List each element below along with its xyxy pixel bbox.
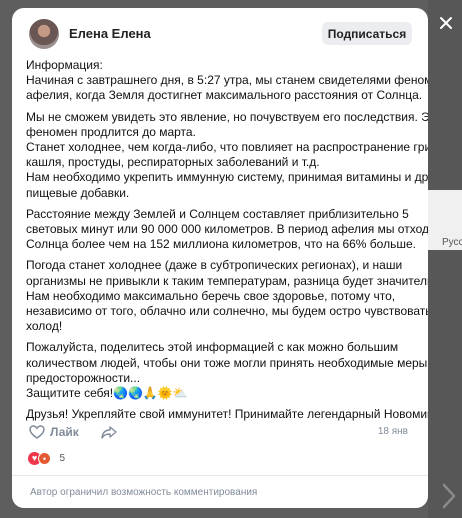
post-text-line: Защитите себя!🌏🌏🙏🌞⛅ (26, 386, 188, 401)
post-text-line: Нам необходимо укрепить иммунную систему… (26, 170, 428, 185)
post-actions: Лайк 18 янв (26, 422, 418, 444)
post-text-line: афелия, когда Земля достигнет максимальн… (26, 88, 423, 103)
post-text-line: световых минут или 90 000 000 километров… (26, 222, 428, 237)
reactions-summary[interactable]: ♥ • 5 (28, 450, 65, 466)
post-text-line: Расстояние между Землей и Солнцем состав… (26, 206, 409, 221)
reactions-count: 5 (59, 453, 66, 465)
comments-footer: Автор ограничил возможность комментирова… (12, 475, 428, 508)
post-text-line: Информация: (26, 58, 103, 72)
post-paragraph: Погода станет холоднее (даже в субтропич… (26, 258, 428, 334)
post-text-line: Начиная с завтрашнего дня, в 5:27 утра, … (26, 73, 428, 88)
post-text-line: Мы не сможем увидеть это явление, но поч… (26, 109, 428, 124)
comments-restricted-notice: Автор ограничил возможность комментирова… (30, 487, 258, 498)
post-paragraph: Мы не сможем увидеть это явление, но поч… (26, 109, 428, 201)
close-icon[interactable] (438, 15, 454, 31)
post-text-line: независимо от того, облачно или солнечно… (26, 304, 428, 319)
post-text-line: кашля, простуды, респираторных заболеван… (26, 155, 320, 170)
like-button-label[interactable]: Лайк (50, 425, 79, 439)
share-icon[interactable] (101, 425, 117, 439)
subscribe-button[interactable]: Подписаться (322, 22, 412, 45)
post-text-line: количеством людей, чтобы они тоже могли … (26, 355, 428, 370)
post-paragraph: Пожалуйста, поделитесь этой информацией … (26, 340, 428, 401)
post-text: Информация: Начиная с завтрашнего дня, в … (26, 58, 428, 428)
post-paragraph: Друзья! Укрепляйте свой иммунитет! Прини… (26, 407, 428, 422)
post-paragraph: Информация: Начиная с завтрашнего дня, в … (26, 58, 428, 104)
next-post-chevron-icon[interactable] (440, 482, 458, 510)
post-text-line: Погода станет холоднее (даже в субтропич… (26, 258, 403, 273)
post-date: 18 янв (377, 426, 408, 437)
post-text-line: Друзья! Укрепляйте свой иммунитет! Прини… (26, 407, 428, 422)
post-text-line: холод! (26, 319, 63, 334)
background-side-text: Русс (442, 237, 462, 248)
avatar[interactable] (29, 19, 59, 49)
author-name[interactable]: Елена Елена (69, 26, 151, 41)
post-text-line: Пожалуйста, поделитесь этой информацией … (26, 340, 399, 355)
post-text-line: предосторожности... (26, 370, 141, 385)
background-panel (428, 0, 462, 518)
post-text-line: Станет холоднее, чем когда-либо, что пов… (26, 140, 428, 155)
post-text-line: Нам необходимо максимально беречь свое з… (26, 288, 396, 303)
post-paragraph: Расстояние между Землей и Солнцем состав… (26, 206, 428, 253)
post-text-line: организмы не привыкли к таким температур… (26, 273, 428, 288)
post-text-line: Солнца более чем на 152 миллиона километ… (26, 237, 416, 252)
post-text-line: феномен продлится до марта. (26, 124, 196, 139)
post-header: Елена Елена Подписаться (12, 8, 428, 58)
post-text-line: пищевые добавки. (26, 185, 130, 200)
post-modal: Елена Елена Подписаться Информация: Начин… (12, 8, 428, 508)
heart-icon[interactable] (29, 425, 45, 439)
angry-reaction-icon: • (38, 452, 51, 466)
